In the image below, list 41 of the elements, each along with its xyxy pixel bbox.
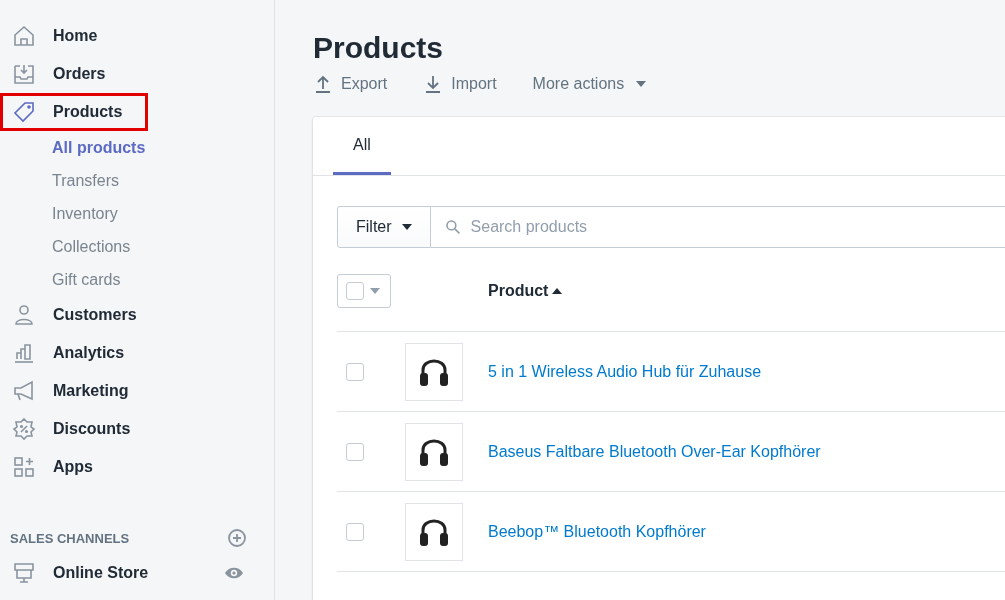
nav-item[interactable]: Customers xyxy=(53,306,137,324)
product-link[interactable]: Beebop™ Bluetooth Kopfhörer xyxy=(488,522,706,541)
nav-item[interactable]: Online Store xyxy=(53,564,149,582)
action-button[interactable]: Import xyxy=(423,74,497,94)
subnav-item[interactable]: Transfers xyxy=(0,164,274,197)
product-link[interactable]: 5 in 1 Wireless Audio Hub für Zuhause xyxy=(488,362,762,381)
add-icon[interactable] xyxy=(227,528,247,548)
row-checkbox[interactable] xyxy=(346,522,364,541)
page-title: Products xyxy=(313,30,445,66)
column-header[interactable]: Product xyxy=(488,281,549,300)
store-icon xyxy=(12,561,36,585)
subnav-item[interactable]: All products xyxy=(0,131,274,164)
nav-item[interactable]: Products xyxy=(53,103,123,121)
nav-item[interactable]: Orders xyxy=(53,65,106,83)
tab[interactable]: All xyxy=(333,117,391,175)
row-checkbox[interactable] xyxy=(346,442,364,461)
search-field[interactable]: Search products xyxy=(430,206,1005,248)
nav-item[interactable]: Apps xyxy=(53,458,93,476)
subnav-item[interactable]: Inventory xyxy=(0,197,274,230)
row-checkbox[interactable] xyxy=(346,362,364,381)
nav-item[interactable]: Marketing xyxy=(53,382,129,400)
subnav-item[interactable]: Gift cards xyxy=(0,263,274,296)
subnav-item[interactable]: Collections xyxy=(0,230,274,263)
upload-icon xyxy=(313,74,333,94)
product-thumbnail xyxy=(405,422,463,481)
search-icon xyxy=(444,219,461,235)
select-all-dropdown[interactable] xyxy=(337,273,391,308)
product-thumbnail xyxy=(405,342,463,401)
product-link[interactable]: Baseus Faltbare Bluetooth Over-Ear Kopfhörer xyxy=(488,442,821,461)
nav-item[interactable]: Analytics xyxy=(53,344,125,362)
caret-icon xyxy=(401,224,412,230)
product-thumbnail xyxy=(405,502,463,561)
caret-icon xyxy=(636,81,647,87)
section-heading: SALES CHANNELS xyxy=(10,530,130,546)
action-button[interactable]: Export xyxy=(313,74,388,94)
filter-button[interactable]: Filter xyxy=(337,206,431,248)
action-button[interactable]: More actions xyxy=(532,74,647,94)
caret-icon xyxy=(370,287,380,294)
nav-item[interactable]: Discounts xyxy=(53,420,131,438)
sort-ascending-icon[interactable] xyxy=(552,287,563,294)
nav-item[interactable]: Home xyxy=(53,27,98,45)
